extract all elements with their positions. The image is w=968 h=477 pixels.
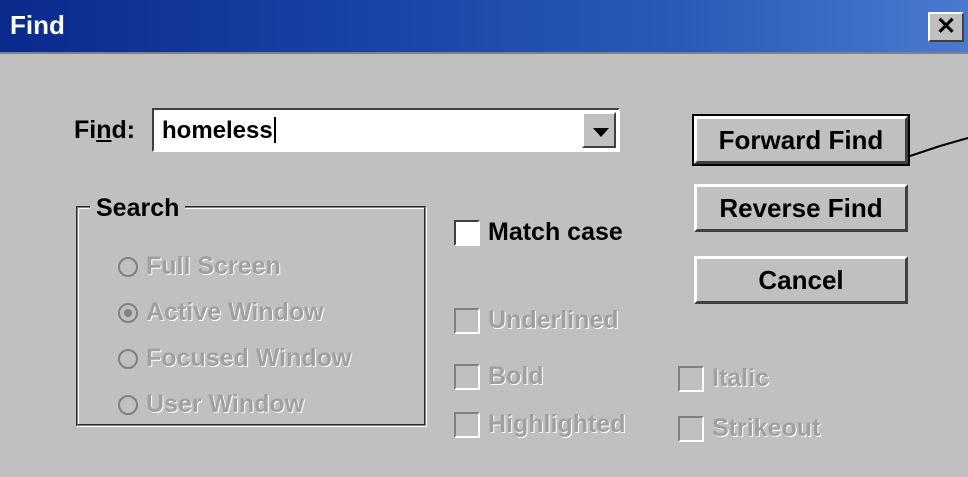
italic-checkbox[interactable]: Italic — [678, 364, 769, 393]
search-legend: Search — [90, 194, 186, 223]
strikeout-label: Strikeout — [712, 414, 821, 442]
checkbox-icon — [678, 365, 704, 392]
highlighted-label: Highlighted — [488, 410, 626, 438]
radio-user-window[interactable]: User Window — [118, 390, 304, 419]
bold-label: Bold — [488, 362, 544, 390]
checkbox-icon — [678, 415, 704, 442]
strikeout-checkbox[interactable]: Strikeout — [678, 414, 820, 443]
radio-icon — [118, 348, 138, 369]
radio-active-window[interactable]: Active Window — [118, 298, 324, 327]
radio-label: Focused Window — [146, 344, 352, 372]
match-case-label: Match case — [488, 218, 623, 246]
checkbox-icon — [454, 219, 480, 246]
underlined-label: Underlined — [488, 306, 619, 334]
checkbox-icon — [454, 411, 480, 438]
radio-icon — [118, 256, 138, 277]
radio-icon — [118, 394, 138, 415]
radio-full-screen[interactable]: Full Screen — [118, 252, 281, 281]
checkbox-icon — [454, 307, 480, 334]
radio-label: User Window — [146, 390, 305, 418]
radio-focused-window[interactable]: Focused Window — [118, 344, 351, 373]
radio-label: Active Window — [146, 298, 324, 326]
radio-checked-icon — [118, 302, 138, 323]
highlighted-checkbox[interactable]: Highlighted — [454, 410, 625, 439]
checkbox-icon — [454, 363, 480, 390]
match-case-checkbox[interactable]: Match case — [454, 218, 623, 247]
radio-label: Full Screen — [146, 252, 281, 280]
underlined-checkbox[interactable]: Underlined — [454, 306, 619, 335]
italic-label: Italic — [712, 364, 769, 392]
bold-checkbox[interactable]: Bold — [454, 362, 544, 391]
